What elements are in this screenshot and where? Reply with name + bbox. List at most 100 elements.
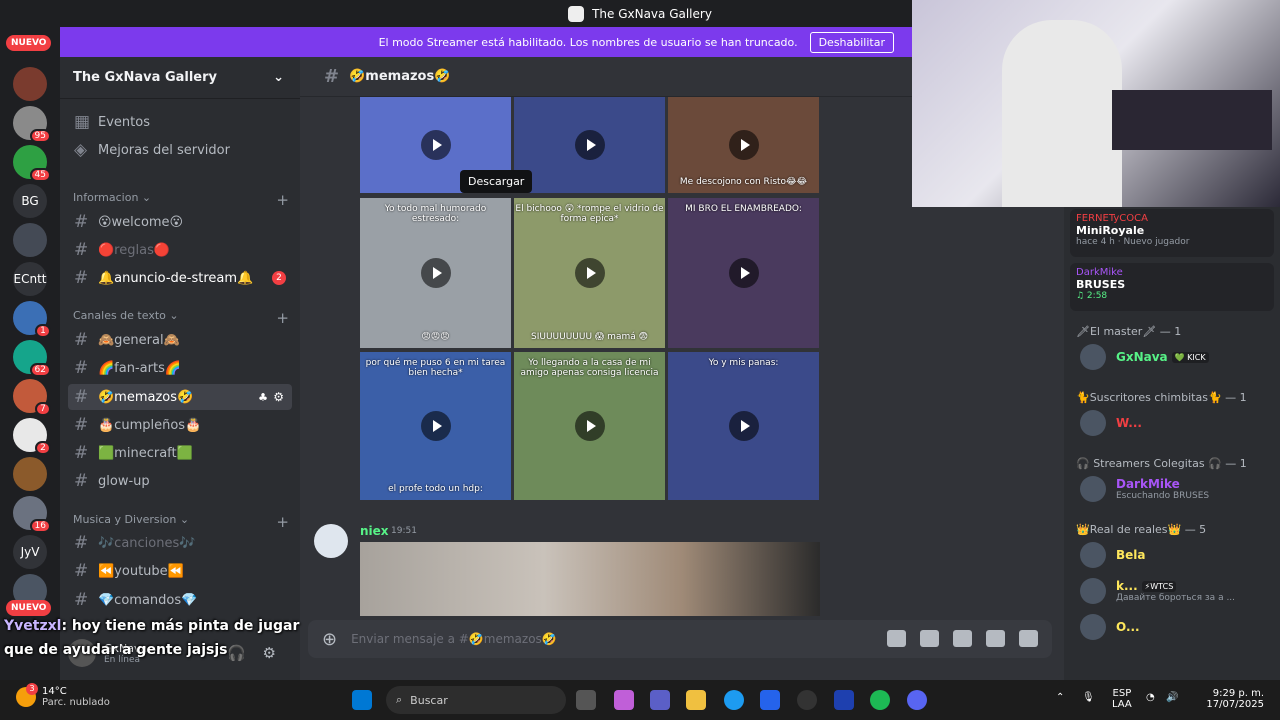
sticker-icon[interactable]	[953, 630, 972, 647]
start-icon[interactable]	[352, 690, 372, 710]
server-icon[interactable]: 62	[13, 340, 51, 377]
store-icon[interactable]	[760, 690, 780, 710]
add-channel-icon[interactable]: +	[276, 513, 289, 531]
channel-fan-arts[interactable]: # 🌈fan-arts🌈	[68, 355, 292, 381]
media-tile[interactable]: MI BRO EL ENAMBREADO:	[668, 198, 819, 348]
taskbar-search[interactable]: ⌕ Buscar	[386, 686, 566, 714]
member-name: DarkMike	[1116, 477, 1180, 491]
media-tile[interactable]: El bichooo 😲 *rompe el vidrio de forma e…	[514, 198, 665, 348]
play-icon[interactable]	[420, 130, 451, 160]
channel-cumpleanos[interactable]: # 🎂cumpleños🎂	[68, 412, 292, 438]
media-tile[interactable]: Me descojono con Risto😂😂	[668, 97, 819, 193]
member-group-label: 🗡El master🗡 — 1	[1076, 325, 1182, 338]
server-icon[interactable]: 95	[13, 106, 51, 143]
play-icon[interactable]	[728, 258, 759, 288]
wifi-icon[interactable]: ◔	[1146, 692, 1155, 703]
server-icon[interactable]: BG	[13, 184, 47, 218]
channel-reglas[interactable]: # 🔴reglas🔴	[68, 237, 292, 263]
copilot-icon[interactable]	[614, 690, 634, 710]
server-name-header[interactable]: The GxNava Gallery ⌄	[60, 57, 300, 99]
member-item[interactable]: GxNava 💚 KICK	[1080, 341, 1270, 373]
gift-icon[interactable]	[887, 630, 906, 647]
member-item[interactable]: Bela	[1080, 539, 1270, 571]
emoji-icon[interactable]	[986, 630, 1005, 647]
server-icon[interactable]	[13, 457, 47, 491]
message-composer[interactable]: ⊕ Enviar mensaje a #🤣memazos🤣	[308, 620, 1052, 658]
notification-badge: 3	[26, 683, 38, 695]
discord-icon[interactable]	[907, 690, 927, 710]
member-item[interactable]: O...	[1080, 611, 1270, 643]
play-icon[interactable]	[574, 258, 605, 288]
message-author[interactable]: niex	[360, 524, 389, 538]
edge-icon[interactable]	[724, 690, 744, 710]
sidebar-item-eventos[interactable]: ▦ Eventos	[68, 109, 292, 135]
server-icon[interactable]: 1	[13, 301, 51, 338]
avatar[interactable]	[314, 524, 348, 558]
channel-minecraft[interactable]: # 🟩minecraft🟩	[68, 440, 292, 466]
editor-icon[interactable]	[834, 690, 854, 710]
member-name: GxNava	[1116, 350, 1168, 364]
volume-icon[interactable]: 🔊	[1166, 692, 1178, 703]
disable-streamer-button[interactable]: Deshabilitar	[809, 31, 894, 53]
gif-icon[interactable]	[920, 630, 939, 647]
channel-welcome[interactable]: # 😮welcome😮	[68, 209, 292, 235]
member-item[interactable]: W...	[1080, 407, 1270, 439]
language-indicator[interactable]: ESP LAA	[1112, 688, 1132, 710]
member-item[interactable]: k... ⚡WTCS Давайте бороться за а ...	[1080, 575, 1270, 607]
taskview-icon[interactable]	[576, 690, 596, 710]
category-informacion[interactable]: Informacion ⌄ +	[73, 191, 289, 209]
play-icon[interactable]	[574, 411, 605, 441]
channel-canciones[interactable]: # 🎶canciones🎶	[68, 530, 292, 556]
obs-icon[interactable]	[797, 690, 817, 710]
play-icon[interactable]	[574, 130, 605, 160]
activity-card[interactable]: DarkMike BRUSES ♫ 2:58	[1070, 263, 1274, 311]
folder-icon[interactable]	[686, 690, 706, 710]
play-icon[interactable]	[728, 411, 759, 441]
channel-label: glow-up	[98, 473, 150, 489]
channel-memazos[interactable]: # 🤣memazos🤣 ⚙ ♣	[68, 384, 292, 410]
tile-caption: el profe todo un hdp:	[388, 484, 483, 494]
chevron-up-icon[interactable]: ⌃	[1056, 692, 1064, 703]
activity-card[interactable]: FERNETyCOCA MiniRoyale hace 4 h · Nuevo …	[1070, 209, 1274, 257]
channel-general[interactable]: # 🙈general🙈	[68, 327, 292, 353]
apps-icon[interactable]	[1019, 630, 1038, 647]
channel-comandos[interactable]: # 💎comandos💎	[68, 587, 292, 613]
server-icon[interactable]: 2	[13, 418, 51, 455]
play-icon[interactable]	[420, 411, 451, 441]
teams-icon[interactable]	[650, 690, 670, 710]
clock[interactable]: 9:29 p. m. 17/07/2025	[1190, 688, 1264, 710]
media-tile[interactable]: Yo todo mal humorado estresado: 😡😡😡	[360, 198, 511, 348]
category-texto[interactable]: Canales de texto ⌄ +	[73, 309, 289, 327]
server-icon[interactable]: 16	[13, 496, 51, 533]
channel-youtube[interactable]: # ⏪youtube⏪	[68, 558, 292, 584]
server-icon[interactable]: JyV	[13, 535, 47, 569]
chat-line: : hoy tiene más pinta de jugar	[61, 618, 300, 634]
media-tile[interactable]	[514, 97, 665, 193]
mic-icon[interactable]: 🎙	[1082, 692, 1095, 703]
play-icon[interactable]	[420, 258, 451, 288]
channel-glow-up[interactable]: # glow-up	[68, 468, 292, 494]
member-item[interactable]: DarkMike Escuchando BRUSES	[1080, 473, 1270, 505]
play-icon[interactable]	[728, 130, 759, 160]
server-icon[interactable]: ECntt	[13, 262, 47, 296]
add-channel-icon[interactable]: +	[276, 309, 289, 327]
server-icon[interactable]: 45	[13, 145, 51, 182]
weather-widget[interactable]: 3 14°C Parc. nublado	[16, 683, 110, 708]
server-icon[interactable]: 7	[13, 379, 51, 416]
channel-anuncio[interactable]: # 🔔anuncio-de-stream🔔 2	[68, 265, 292, 291]
add-channel-icon[interactable]: +	[276, 191, 289, 209]
server-icon[interactable]	[13, 223, 47, 257]
media-tile[interactable]: Yo y mis panas:	[668, 352, 819, 500]
sidebar-item-mejoras[interactable]: ◈ Mejoras del servidor	[68, 137, 292, 163]
server-icon[interactable]	[13, 67, 47, 101]
invite-icon[interactable]: ♣	[258, 391, 268, 404]
spotify-icon[interactable]	[870, 690, 890, 710]
message-image[interactable]	[360, 542, 820, 616]
settings-gear-icon[interactable]: ⚙	[273, 390, 284, 404]
hash-icon: #	[74, 590, 89, 610]
add-attachment-icon[interactable]: ⊕	[322, 629, 337, 650]
media-tile[interactable]: por qué me puso 6 en mi tarea bien hecha…	[360, 352, 511, 500]
member-group-label: 🐈Suscritores chimbitas🐈 — 1	[1076, 391, 1247, 404]
media-tile[interactable]: Yo llegando a la casa de mi amigo apenas…	[514, 352, 665, 500]
category-musica[interactable]: Musica y Diversion ⌄ +	[73, 513, 289, 531]
